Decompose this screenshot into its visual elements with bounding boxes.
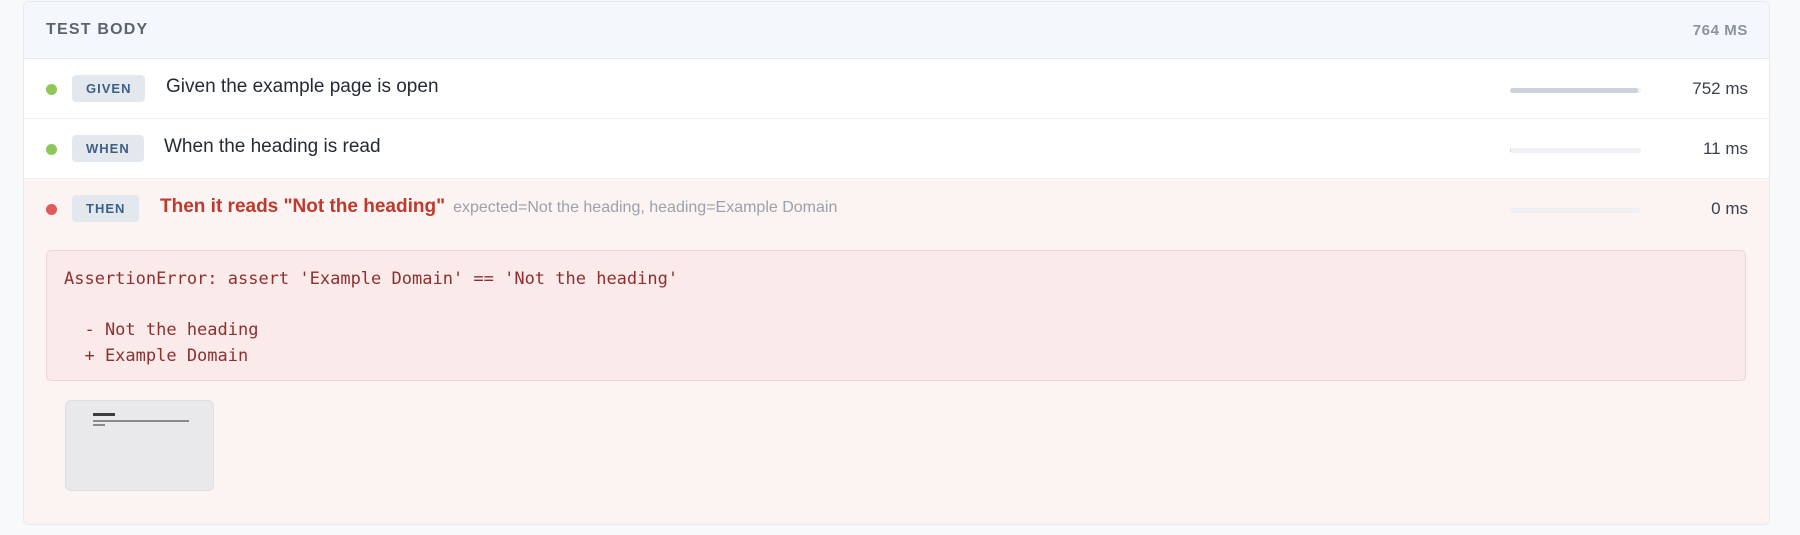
step-row-given[interactable]: GIVEN Given the example page is open 752… [24, 59, 1769, 119]
passed-status-icon [46, 144, 57, 155]
step-row-when[interactable]: WHEN When the heading is read 11 ms [24, 119, 1769, 179]
thumbnail-text-line [93, 424, 105, 426]
step-duration: 0 ms [1711, 199, 1748, 218]
duration-bar-fill [1510, 148, 1512, 153]
passed-status-icon [46, 84, 57, 95]
step-duration: 11 ms [1702, 139, 1748, 158]
duration-bar [1510, 88, 1641, 93]
step-title: Then it reads "Not the heading" [160, 196, 446, 217]
section-title: TEST BODY [46, 21, 149, 38]
section-duration: 764 MS [1692, 22, 1748, 39]
step-duration: 752 ms [1692, 79, 1748, 98]
step-params: expected=Not the heading, heading=Exampl… [453, 199, 838, 216]
step-text: Then it reads "Not the heading" expected=… [160, 196, 837, 218]
step-title: Given the example page is open [166, 76, 439, 97]
duration-bar [1510, 148, 1641, 153]
error-message-box: AssertionError: assert 'Example Domain' … [46, 250, 1746, 381]
step-text: When the heading is read [164, 136, 381, 158]
thumbnail-heading [93, 413, 115, 416]
step-text: Given the example page is open [166, 76, 439, 98]
failed-status-icon [46, 204, 57, 215]
duration-bar [1510, 208, 1641, 213]
step-row-then[interactable]: THEN Then it reads "Not the heading" expe… [24, 179, 1769, 238]
failure-details: AssertionError: assert 'Example Domain' … [24, 238, 1769, 524]
keyword-badge-given: GIVEN [72, 75, 146, 102]
keyword-badge-when: WHEN [72, 135, 144, 162]
error-message: AssertionError: assert 'Example Domain' … [64, 269, 679, 366]
thumbnail-text-line [93, 420, 189, 422]
keyword-badge-then: THEN [72, 195, 140, 222]
step-title: When the heading is read [164, 136, 381, 157]
duration-bar-fill [1510, 88, 1639, 93]
screenshot-thumbnail[interactable] [65, 400, 214, 491]
test-body-panel: TEST BODY 764 MS GIVEN Given the example… [23, 1, 1770, 525]
test-body-header[interactable]: TEST BODY 764 MS [24, 2, 1769, 59]
